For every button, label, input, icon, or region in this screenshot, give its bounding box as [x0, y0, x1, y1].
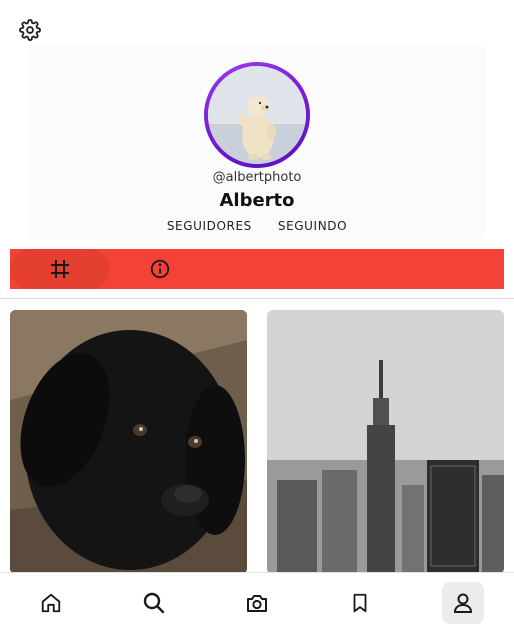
camera-icon [246, 595, 267, 612]
nav-search[interactable] [103, 573, 206, 633]
search-icon [143, 592, 165, 614]
bottom-navigation [0, 573, 514, 633]
black-puppy-photo [10, 310, 247, 574]
settings-button[interactable] [18, 18, 42, 42]
home-icon [42, 593, 61, 613]
profile-icon [453, 593, 472, 613]
gear-icon [19, 19, 41, 41]
nav-home[interactable] [0, 573, 103, 633]
nav-camera[interactable] [206, 573, 309, 633]
info-icon [150, 259, 170, 279]
post-thumbnail[interactable] [10, 310, 247, 574]
grid-icon [51, 260, 69, 278]
tab-info[interactable] [110, 249, 210, 289]
tab-posts-grid[interactable] [10, 249, 110, 289]
profile-handle: @albertphoto [212, 170, 302, 185]
followers-link[interactable]: SEGUIDORES [167, 219, 252, 233]
nav-saved[interactable] [308, 573, 411, 633]
post-thumbnail[interactable] [267, 310, 504, 574]
city-skyline-photo [267, 310, 504, 574]
follow-stats: SEGUIDORES SEGUINDO [0, 219, 514, 233]
following-link[interactable]: SEGUINDO [278, 219, 347, 233]
bookmark-icon [353, 593, 367, 613]
profile-name: Alberto [219, 190, 295, 211]
divider [0, 298, 514, 299]
avatar [208, 66, 306, 164]
polar-bear-photo [208, 66, 306, 164]
avatar-ring[interactable] [204, 62, 310, 168]
profile-tab-bar [10, 249, 504, 289]
nav-profile[interactable] [411, 573, 514, 633]
